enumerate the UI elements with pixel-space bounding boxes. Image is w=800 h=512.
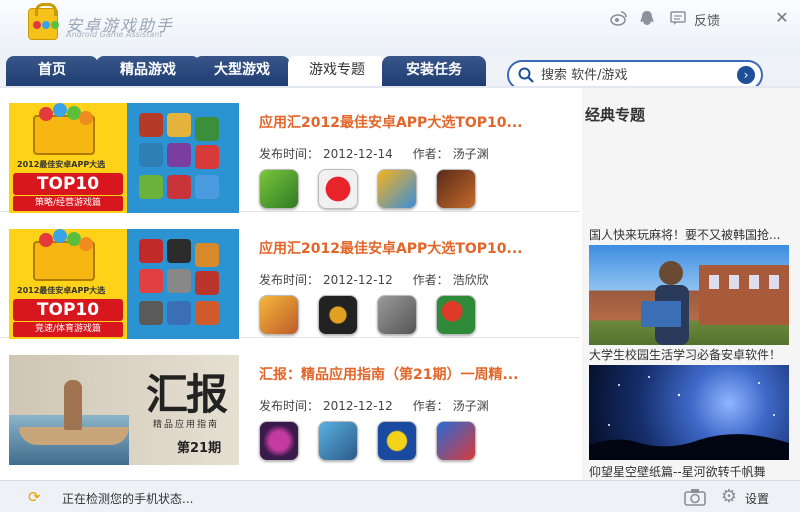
list-item: 汇报 精品应用指南 第21期 汇报：精品应用指南（第21期）一周精... 发布时… [0, 340, 580, 465]
topic-meta: 发布时间： 2012-12-12 作者： 汤子渊 [259, 399, 489, 413]
app-icon[interactable] [259, 421, 299, 461]
topic-caption-link[interactable]: 国人快来玩麻将！要不又被韩国抢... [589, 226, 789, 243]
app-icon[interactable] [436, 421, 476, 461]
banner-category: 竞速/体育游戏篇 [13, 322, 123, 337]
banner-issue: 第21期 [177, 441, 222, 456]
app-subtitle: Android Game Assistant [66, 30, 163, 39]
main-content: 2012最佳安卓APP大选 TOP10 策略/经营游戏篇 应用汇2012最佳安卓… [0, 86, 800, 480]
topic-caption-link[interactable]: 大学生校园生活学习必备安卓软件！ [589, 346, 789, 363]
panel-title: 经典专题 [585, 106, 646, 124]
publish-date: 2012-12-12 [323, 399, 393, 413]
feedback-link[interactable]: 反馈 [694, 10, 720, 29]
list-item: 2012最佳安卓APP大选 TOP10 竞速/体育游戏篇 应用汇2012最佳安卓… [0, 214, 580, 339]
topic-title-link[interactable]: 应用汇2012最佳安卓APP大选TOP10... [259, 112, 522, 132]
topic-thumbnail-image[interactable] [589, 245, 789, 345]
tab-home[interactable]: 首页 [6, 56, 98, 86]
tab-featured-games[interactable]: 精品游戏 [96, 56, 200, 86]
logo-icon [28, 3, 59, 40]
app-icon[interactable] [436, 295, 476, 335]
app-icon[interactable] [377, 169, 417, 209]
app-icon[interactable] [318, 295, 358, 335]
topic-list: 2012最佳安卓APP大选 TOP10 策略/经营游戏篇 应用汇2012最佳安卓… [0, 88, 580, 480]
app-icon[interactable] [436, 169, 476, 209]
app-icon[interactable] [318, 169, 358, 209]
banner-headline: 汇报 [146, 370, 228, 419]
camera-icon[interactable] [684, 488, 706, 506]
settings-link[interactable]: 设置 [745, 490, 769, 507]
banner-caption: 2012最佳安卓APP大选 [17, 286, 106, 295]
banner-caption: 精品应用指南 [153, 420, 220, 430]
topic-meta: 发布时间： 2012-12-12 作者： 浩欣欣 [259, 273, 489, 287]
author-name: 汤子渊 [452, 147, 489, 161]
tab-large-games[interactable]: 大型游戏 [194, 56, 290, 86]
status-text: 正在检测您的手机状态... [62, 492, 194, 506]
feedback-icon[interactable] [669, 9, 687, 27]
topic-title-link[interactable]: 应用汇2012最佳安卓APP大选TOP10... [259, 238, 522, 258]
topic-thumbnail-image[interactable] [589, 365, 789, 460]
search-icon [518, 67, 534, 83]
tab-install-tasks[interactable]: 安装任务 [382, 56, 486, 86]
banner-top10: TOP10 [13, 299, 123, 321]
banner-caption: 2012最佳安卓APP大选 [17, 160, 106, 169]
classic-topics-panel: 经典专题 国人快来玩麻将！要不又被韩国抢... 大学生校园生活学习必备安卓软件！ [582, 88, 800, 480]
qq-icon[interactable] [638, 9, 656, 27]
status-bar: ⟳ 正在检测您的手机状态... ⚙ 设置 [0, 480, 800, 512]
app-icon[interactable] [259, 169, 299, 209]
weibo-icon[interactable] [610, 9, 628, 27]
author-name: 浩欣欣 [452, 273, 489, 287]
topic-banner-image[interactable]: 汇报 精品应用指南 第21期 [9, 355, 239, 465]
topic-title-link[interactable]: 汇报：精品应用指南（第21期）一周精... [259, 364, 518, 384]
tab-game-topics[interactable]: 游戏专题 [288, 56, 386, 86]
title-bar: 安卓游戏助手 Android Game Assistant 反馈 ✕ [0, 0, 800, 56]
refresh-icon: ⟳ [28, 488, 41, 506]
topic-banner-image[interactable]: 2012最佳安卓APP大选 TOP10 策略/经营游戏篇 [9, 103, 239, 213]
list-item: 2012最佳安卓APP大选 TOP10 策略/经营游戏篇 应用汇2012最佳安卓… [0, 88, 580, 213]
gear-icon[interactable]: ⚙ [719, 487, 739, 507]
app-icon[interactable] [259, 295, 299, 335]
publish-date: 2012-12-14 [323, 147, 393, 161]
banner-category: 策略/经营游戏篇 [13, 196, 123, 211]
search-input[interactable] [541, 65, 731, 85]
app-icon[interactable] [377, 295, 417, 335]
close-icon[interactable]: ✕ [772, 8, 792, 28]
banner-top10: TOP10 [13, 173, 123, 195]
app-icon[interactable] [318, 421, 358, 461]
publish-date: 2012-12-12 [323, 273, 393, 287]
topic-banner-image[interactable]: 2012最佳安卓APP大选 TOP10 竞速/体育游戏篇 [9, 229, 239, 339]
app-icon[interactable] [377, 421, 417, 461]
arrow-right-icon[interactable]: › [737, 66, 755, 84]
topic-meta: 发布时间： 2012-12-14 作者： 汤子渊 [259, 147, 489, 161]
author-name: 汤子渊 [452, 399, 489, 413]
topic-caption-link[interactable]: 仰望星空壁纸篇--星河欲转千帆舞 [589, 463, 789, 480]
